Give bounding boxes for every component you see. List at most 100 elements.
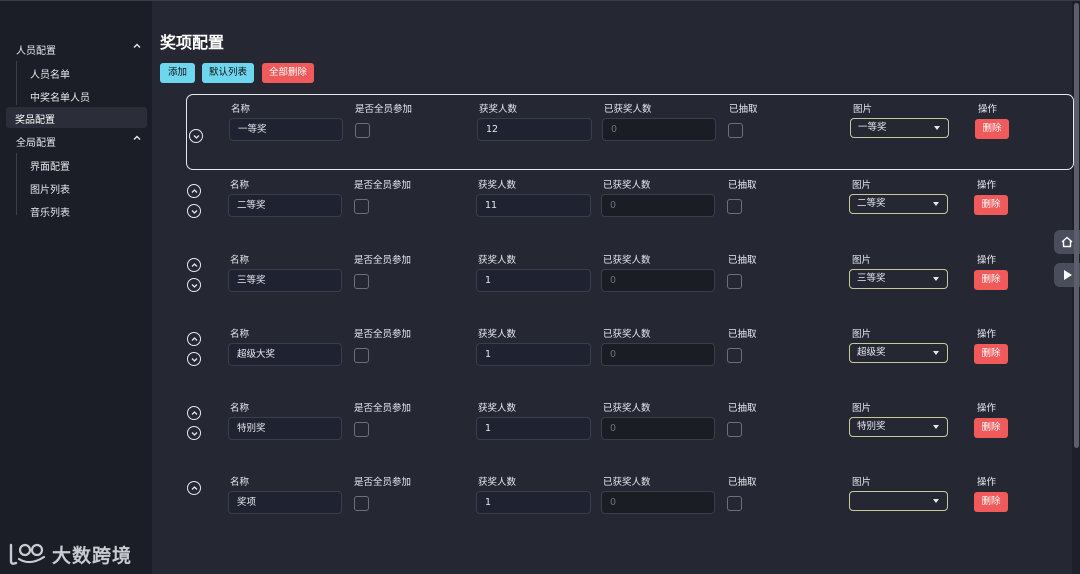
delete-button[interactable]: 删除 xyxy=(974,344,1008,364)
image-select[interactable]: 一等奖 xyxy=(850,118,949,138)
move-down-icon[interactable] xyxy=(187,352,201,366)
sidebar-group-people[interactable]: 人员配置 xyxy=(8,38,148,60)
column-header-name: 名称 xyxy=(230,180,250,191)
winner-count-input[interactable]: 11 xyxy=(476,194,591,217)
watermark-logo-icon xyxy=(8,543,50,573)
winner-count-input[interactable]: 12 xyxy=(477,118,592,141)
move-down-icon[interactable] xyxy=(189,129,203,143)
drawn-checkbox[interactable] xyxy=(728,123,743,138)
winner-count-input[interactable]: 1 xyxy=(476,269,591,292)
column-header-won-count: 已获奖人数 xyxy=(603,180,651,191)
sidebar-item-label: 奖品配置 xyxy=(15,115,55,126)
all-members-checkbox[interactable] xyxy=(354,348,369,363)
image-select[interactable]: 二等奖 xyxy=(849,194,948,214)
column-header-won-count: 已获奖人数 xyxy=(603,403,651,414)
default-list-button[interactable]: 默认列表 xyxy=(202,63,254,83)
drawn-checkbox[interactable] xyxy=(727,422,742,437)
image-select[interactable] xyxy=(849,491,948,511)
column-header-drawn: 已抽取 xyxy=(728,329,757,340)
all-members-checkbox[interactable] xyxy=(354,422,369,437)
sidebar-item-people-list[interactable]: 人员名单 xyxy=(30,66,70,81)
prize-name-input[interactable]: 奖项 xyxy=(228,491,342,514)
move-up-icon[interactable] xyxy=(187,406,201,420)
column-header-drawn: 已抽取 xyxy=(728,477,757,488)
move-up-icon[interactable] xyxy=(187,481,201,495)
all-members-checkbox[interactable] xyxy=(354,199,369,214)
tree-line xyxy=(16,153,17,215)
column-header-all-members: 是否全员参加 xyxy=(354,477,412,488)
winner-count-input[interactable]: 1 xyxy=(476,343,591,366)
prize-row: 名称 是否全员参加 获奖人数 已获奖人数 已抽取 图片 操作 特别奖 1 0 特… xyxy=(186,394,1074,470)
prize-name-input[interactable]: 特别奖 xyxy=(228,417,342,440)
all-members-checkbox[interactable] xyxy=(354,274,369,289)
column-header-action: 操作 xyxy=(977,329,997,340)
column-header-all-members: 是否全员参加 xyxy=(354,180,412,191)
sidebar-item-image-list[interactable]: 图片列表 xyxy=(30,181,70,196)
column-header-winner-count: 获奖人数 xyxy=(479,104,518,115)
move-up-icon[interactable] xyxy=(187,332,201,346)
add-button[interactable]: 添加 xyxy=(160,63,195,83)
delete-button[interactable]: 删除 xyxy=(974,195,1008,215)
watermark-text: 大数跨境 xyxy=(52,545,133,567)
sidebar-group-global[interactable]: 全局配置 xyxy=(8,130,148,152)
move-down-icon[interactable] xyxy=(187,278,201,292)
won-count-input: 0 xyxy=(602,118,716,141)
column-header-name: 名称 xyxy=(230,477,250,488)
column-header-won-count: 已获奖人数 xyxy=(603,255,651,266)
delete-all-button[interactable]: 全部删除 xyxy=(262,63,314,83)
prize-name-input[interactable]: 二等奖 xyxy=(228,194,342,217)
page-title: 奖项配置 xyxy=(160,33,225,52)
prize-row: 名称 是否全员参加 获奖人数 已获奖人数 已抽取 图片 操作 超级大奖 1 0 … xyxy=(186,320,1074,396)
column-header-winner-count: 获奖人数 xyxy=(478,255,517,266)
winner-count-input[interactable]: 1 xyxy=(476,491,591,514)
column-header-drawn: 已抽取 xyxy=(729,104,758,115)
drawn-checkbox[interactable] xyxy=(727,496,742,511)
drawn-checkbox[interactable] xyxy=(727,274,742,289)
app-window: 人员配置 人员名单 中奖名单人员 奖品配置 全局配置 界面配置 图片列表 音乐列… xyxy=(0,0,1080,574)
delete-button[interactable]: 删除 xyxy=(974,418,1008,438)
column-header-name: 名称 xyxy=(230,255,250,266)
prize-name-input[interactable]: 超级大奖 xyxy=(228,343,342,366)
sidebar-group-label: 人员配置 xyxy=(16,46,56,57)
delete-button[interactable]: 删除 xyxy=(974,270,1008,290)
image-select[interactable]: 超级奖 xyxy=(849,343,948,363)
column-header-image: 图片 xyxy=(852,403,872,414)
image-select-value: 一等奖 xyxy=(858,122,887,133)
column-header-all-members: 是否全员参加 xyxy=(354,403,412,414)
caret-down-icon xyxy=(933,499,939,503)
won-count-input: 0 xyxy=(601,343,715,366)
sidebar-item-prize-config[interactable]: 奖品配置 xyxy=(6,107,147,128)
move-up-icon[interactable] xyxy=(187,184,201,198)
sidebar-item-music-list[interactable]: 音乐列表 xyxy=(30,204,70,219)
drawn-checkbox[interactable] xyxy=(727,348,742,363)
column-header-action: 操作 xyxy=(977,180,997,191)
chevron-up-icon[interactable] xyxy=(132,40,142,54)
drawn-checkbox[interactable] xyxy=(727,199,742,214)
won-count-input: 0 xyxy=(601,269,715,292)
sidebar-item-ui-config[interactable]: 界面配置 xyxy=(30,158,70,173)
move-down-icon[interactable] xyxy=(187,204,201,218)
caret-down-icon xyxy=(933,425,939,429)
column-header-all-members: 是否全员参加 xyxy=(354,329,412,340)
delete-button[interactable]: 删除 xyxy=(974,492,1008,512)
column-header-action: 操作 xyxy=(978,104,998,115)
image-select-value: 特别奖 xyxy=(857,421,886,432)
chevron-up-icon[interactable] xyxy=(132,132,142,146)
column-header-image: 图片 xyxy=(853,104,873,115)
column-header-all-members: 是否全员参加 xyxy=(354,255,412,266)
delete-button[interactable]: 删除 xyxy=(975,119,1009,139)
sidebar-item-winner-list[interactable]: 中奖名单人员 xyxy=(30,89,90,104)
move-down-icon[interactable] xyxy=(187,426,201,440)
all-members-checkbox[interactable] xyxy=(354,496,369,511)
move-up-icon[interactable] xyxy=(187,258,201,272)
prize-name-input[interactable]: 三等奖 xyxy=(228,269,342,292)
all-members-checkbox[interactable] xyxy=(355,123,370,138)
column-header-action: 操作 xyxy=(977,477,997,488)
image-select[interactable]: 三等奖 xyxy=(849,269,948,289)
column-header-action: 操作 xyxy=(977,403,997,414)
scrollbar[interactable] xyxy=(1074,3,1079,448)
winner-count-input[interactable]: 1 xyxy=(476,417,591,440)
column-header-all-members: 是否全员参加 xyxy=(355,104,413,115)
prize-name-input[interactable]: 一等奖 xyxy=(229,118,343,141)
image-select[interactable]: 特别奖 xyxy=(849,417,948,437)
